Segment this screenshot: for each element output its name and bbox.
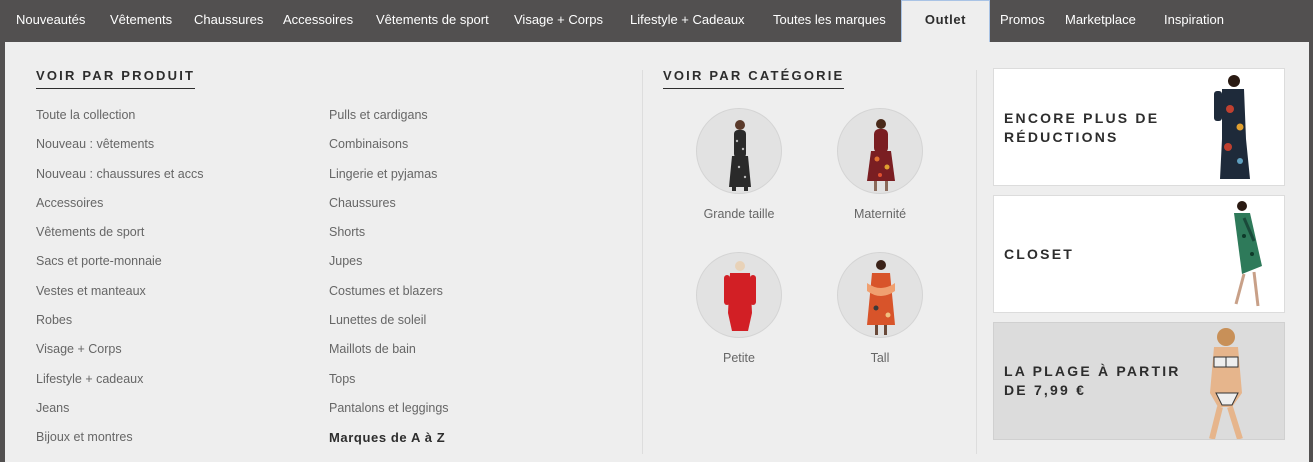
outlet-mega-menu: VOIR PAR PRODUIT Toute la collection Nou… (5, 42, 1309, 462)
menu-link[interactable]: Lunettes de soleil (329, 313, 449, 342)
nav-item-chaussures[interactable]: Chaussures (194, 0, 263, 42)
promo-text: ENCORE PLUS DE RÉDUCTIONS (1004, 110, 1160, 145)
menu-link[interactable]: Accessoires (36, 196, 203, 225)
category-label: Petite (723, 351, 755, 365)
menu-link[interactable]: Nouveau : chaussures et accs (36, 167, 203, 196)
category-label: Maternité (853, 207, 907, 221)
menu-link[interactable]: Lingerie et pyjamas (329, 167, 449, 196)
model-floral-dress-image (837, 108, 923, 194)
model-red-dress-image (696, 252, 782, 338)
column-divider (642, 70, 643, 454)
menu-link[interactable]: Nouveau : vêtements (36, 137, 203, 166)
section-title-category: VOIR PAR CATÉGORIE (663, 68, 845, 89)
menu-link[interactable]: Pulls et cardigans (329, 108, 449, 137)
nav-item-marketplace[interactable]: Marketplace (1065, 0, 1136, 42)
nav-item-accessoires[interactable]: Accessoires (283, 0, 353, 42)
menu-link[interactable]: Visage + Corps (36, 342, 203, 371)
nav-item-vetements-de-sport[interactable]: Vêtements de sport (376, 0, 489, 42)
menu-link[interactable]: Shorts (329, 225, 449, 254)
menu-link[interactable]: Vêtements de sport (36, 225, 203, 254)
model-bikini-image (1209, 328, 1243, 439)
menu-link[interactable]: Vestes et manteaux (36, 284, 203, 313)
nav-item-toutes-les-marques[interactable]: Toutes les marques (773, 0, 886, 42)
nav-item-vetements[interactable]: Vêtements (110, 0, 172, 42)
menu-link[interactable]: Costumes et blazers (329, 284, 449, 313)
promo-text: LA PLAGE À PARTIR DE 7,99 € (1004, 363, 1181, 398)
menu-link[interactable]: Toute la collection (36, 108, 203, 137)
menu-link[interactable]: Jupes (329, 254, 449, 283)
menu-link[interactable]: Chaussures (329, 196, 449, 225)
menu-link[interactable]: Combinaisons (329, 137, 449, 166)
product-list-column-1: Toute la collection Nouveau : vêtements … (36, 108, 203, 460)
promo-card-closet[interactable]: CLOSET (993, 195, 1285, 313)
model-orange-dress-image (837, 252, 923, 338)
brands-a-to-z-link[interactable]: Marques de A à Z (329, 430, 449, 459)
model-floral-dress-image (1214, 75, 1250, 179)
menu-link[interactable]: Pantalons et leggings (329, 401, 449, 430)
menu-link[interactable]: Maillots de bain (329, 342, 449, 371)
menu-link[interactable]: Lifestyle + cadeaux (36, 372, 203, 401)
nav-item-visage-corps[interactable]: Visage + Corps (514, 0, 603, 42)
category-grande-taille[interactable]: Grande taille (674, 108, 804, 221)
product-list-column-2: Pulls et cardigans Combinaisons Lingerie… (329, 108, 449, 460)
nav-item-outlet[interactable]: Outlet (901, 0, 990, 43)
promo-card-beach[interactable]: LA PLAGE À PARTIR DE 7,99 € (993, 322, 1285, 440)
nav-item-lifestyle-cadeaux[interactable]: Lifestyle + Cadeaux (630, 0, 745, 42)
category-label: Grande taille (703, 207, 775, 221)
section-title-product: VOIR PAR PRODUIT (36, 68, 196, 89)
category-label: Tall (870, 351, 890, 365)
menu-link[interactable]: Robes (36, 313, 203, 342)
menu-link[interactable]: Bijoux et montres (36, 430, 203, 459)
category-maternite[interactable]: Maternité (815, 108, 945, 221)
menu-link[interactable]: Sacs et porte-monnaie (36, 254, 203, 283)
category-tall[interactable]: Tall (815, 252, 945, 365)
nav-item-nouveautes[interactable]: Nouveautés (16, 0, 85, 42)
promo-card-more-reductions[interactable]: ENCORE PLUS DE RÉDUCTIONS (993, 68, 1285, 186)
nav-item-inspiration[interactable]: Inspiration (1164, 0, 1224, 42)
nav-item-promos[interactable]: Promos (1000, 0, 1045, 42)
menu-link[interactable]: Tops (329, 372, 449, 401)
column-divider (976, 70, 977, 454)
top-navigation: Nouveautés Vêtements Chaussures Accessoi… (0, 0, 1313, 43)
model-green-dress-image (1234, 201, 1262, 307)
category-petite[interactable]: Petite (674, 252, 804, 365)
menu-link[interactable]: Jeans (36, 401, 203, 430)
promo-text: CLOSET (1004, 246, 1074, 262)
model-black-dress-image (696, 108, 782, 194)
